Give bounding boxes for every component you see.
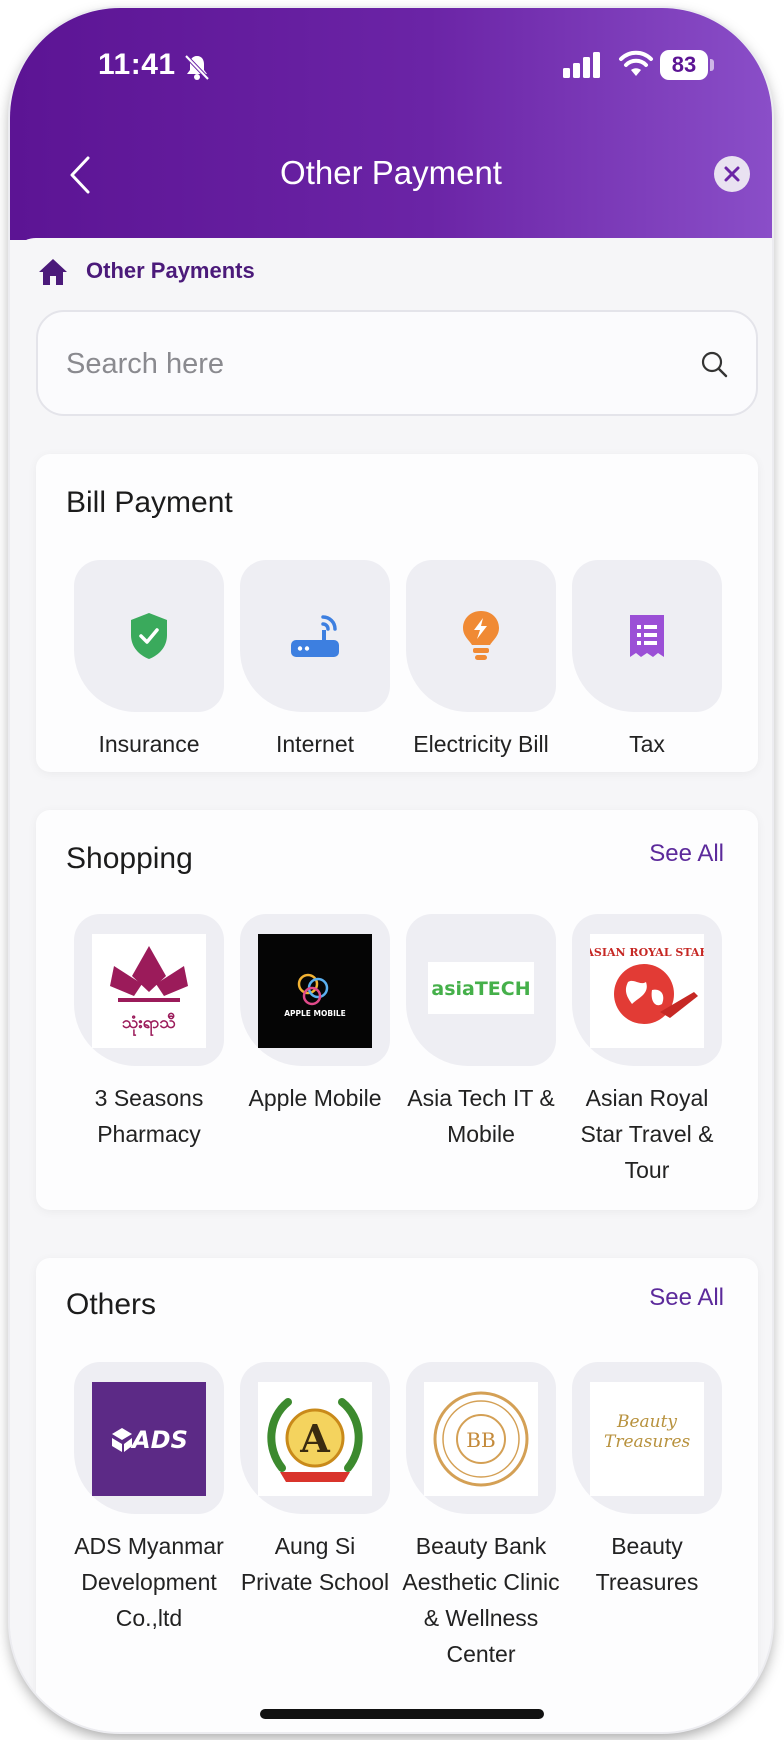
shopping-see-all-link[interactable]: See All xyxy=(649,840,724,868)
merchant-label: Asian Royal Star Travel & Tour xyxy=(580,1085,714,1183)
phone-screen: 11:41 83 Other Payment Other Payments Se… xyxy=(10,8,772,1732)
bill-item-label: Insurance xyxy=(98,731,200,757)
status-time: 11:41 xyxy=(98,48,176,81)
svg-text:BB: BB xyxy=(466,1428,495,1452)
bill-item-label: Electricity Bill xyxy=(413,731,549,757)
others-section: Others See All ADS ADS Myanmar Developme… xyxy=(36,1258,758,1732)
bill-item-label: Tax xyxy=(629,731,665,757)
merchant-apple-mobile[interactable]: APPLE MOBILE Apple Mobile xyxy=(240,914,390,1116)
svg-text:ASIAN ROYAL STAR: ASIAN ROYAL STAR xyxy=(590,946,704,959)
merchant-beauty-treasures[interactable]: Beauty Treasures Beauty Treasures xyxy=(572,1362,722,1600)
tile-box xyxy=(74,560,224,712)
page-title: Other Payment xyxy=(280,154,502,191)
merchant-aung-si-school[interactable]: A Aung Si Private School xyxy=(240,1362,390,1600)
section-title: Shopping xyxy=(66,842,193,875)
merchant-logo: APPLE MOBILE xyxy=(258,934,372,1048)
tile-box: asiaTECH xyxy=(406,914,556,1066)
svg-text:A: A xyxy=(299,1416,330,1461)
svg-text:ADS: ADS xyxy=(130,1426,188,1454)
receipt-icon xyxy=(630,615,664,657)
merchant-beauty-bank[interactable]: BB Beauty Bank Aesthetic Clinic & Wellne… xyxy=(402,1362,560,1672)
tile-box xyxy=(406,560,556,712)
merchant-logo: asiaTECH xyxy=(428,962,534,1014)
battery-indicator: 83 xyxy=(660,50,708,80)
search-input[interactable] xyxy=(66,340,666,388)
router-icon xyxy=(291,615,339,657)
section-title: Bill Payment xyxy=(66,486,233,519)
shield-check-icon xyxy=(131,613,167,659)
breadcrumb-label: Other Payments xyxy=(86,258,255,283)
bill-item-tax[interactable]: Tax xyxy=(572,560,722,762)
bell-muted-icon xyxy=(182,52,212,82)
tile-box: A xyxy=(240,1362,390,1514)
merchant-label: ADS Myanmar Development Co.,ltd xyxy=(74,1533,224,1631)
tile-box: BB xyxy=(406,1362,556,1514)
tile-box: APPLE MOBILE xyxy=(240,914,390,1066)
bill-payment-section: Bill Payment Insurance Internet Electric… xyxy=(36,454,758,772)
merchant-logo: ADS xyxy=(92,1382,206,1496)
bill-item-internet[interactable]: Internet xyxy=(240,560,390,762)
svg-text:APPLE MOBILE: APPLE MOBILE xyxy=(284,1009,346,1018)
bill-item-label: Internet xyxy=(276,731,354,757)
search-icon[interactable] xyxy=(700,350,728,383)
main-content: Other Payments Bill Payment xyxy=(10,238,772,1732)
merchant-logo: A xyxy=(258,1382,372,1496)
others-see-all-link[interactable]: See All xyxy=(649,1284,724,1312)
shopping-section: Shopping See All သုံးရာသီ 3 Seasons Phar… xyxy=(36,810,758,1210)
merchant-asia-tech[interactable]: asiaTECH Asia Tech IT & Mobile xyxy=(406,914,556,1152)
merchant-label: Beauty Bank Aesthetic Clinic & Wellness … xyxy=(402,1533,560,1667)
tile-box: သုံးရာသီ xyxy=(74,914,224,1066)
search-box[interactable] xyxy=(36,310,758,416)
tile-box: ADS xyxy=(74,1362,224,1514)
home-icon xyxy=(38,258,68,291)
merchant-label: Beauty Treasures xyxy=(595,1533,699,1595)
tile-box: Beauty Treasures xyxy=(572,1362,722,1514)
tile-box xyxy=(240,560,390,712)
merchant-ads-myanmar[interactable]: ADS ADS Myanmar Development Co.,ltd xyxy=(74,1362,224,1636)
tile-box xyxy=(572,560,722,712)
home-indicator xyxy=(260,1709,544,1719)
app-header: 11:41 83 Other Payment xyxy=(10,8,772,240)
merchant-logo: သုံးရာသီ xyxy=(92,934,206,1048)
svg-text:asiaTECH: asiaTECH xyxy=(431,978,530,1000)
svg-text:သုံးရာသီ: သုံးရာသီ xyxy=(121,1012,176,1037)
merchant-label: Apple Mobile xyxy=(248,1085,382,1111)
merchant-3-seasons-pharmacy[interactable]: သုံးရာသီ 3 Seasons Pharmacy xyxy=(74,914,224,1152)
merchant-logo: ASIAN ROYAL STAR xyxy=(590,934,704,1048)
merchant-logo: Beauty Treasures xyxy=(590,1382,704,1496)
bill-item-electricity[interactable]: Electricity Bill xyxy=(406,560,556,762)
lightbulb-icon xyxy=(463,611,499,660)
merchant-label: 3 Seasons Pharmacy xyxy=(94,1085,204,1147)
merchant-label: Asia Tech IT & Mobile xyxy=(407,1085,555,1147)
tile-box: ASIAN ROYAL STAR xyxy=(572,914,722,1066)
merchant-asian-royal-star[interactable]: ASIAN ROYAL STAR Asian Royal Star Travel… xyxy=(572,914,722,1188)
wifi-icon xyxy=(618,48,654,83)
section-title: Others xyxy=(66,1288,157,1321)
close-icon xyxy=(724,166,740,182)
merchant-logo: BB xyxy=(424,1382,538,1496)
cellular-signal-icon xyxy=(563,52,603,83)
bill-item-insurance[interactable]: Insurance xyxy=(74,560,224,762)
merchant-label: Aung Si Private School xyxy=(240,1533,390,1595)
merchant-logo-text: Beauty Treasures xyxy=(604,1412,691,1452)
battery-tip xyxy=(710,59,714,71)
close-button[interactable] xyxy=(714,156,750,192)
